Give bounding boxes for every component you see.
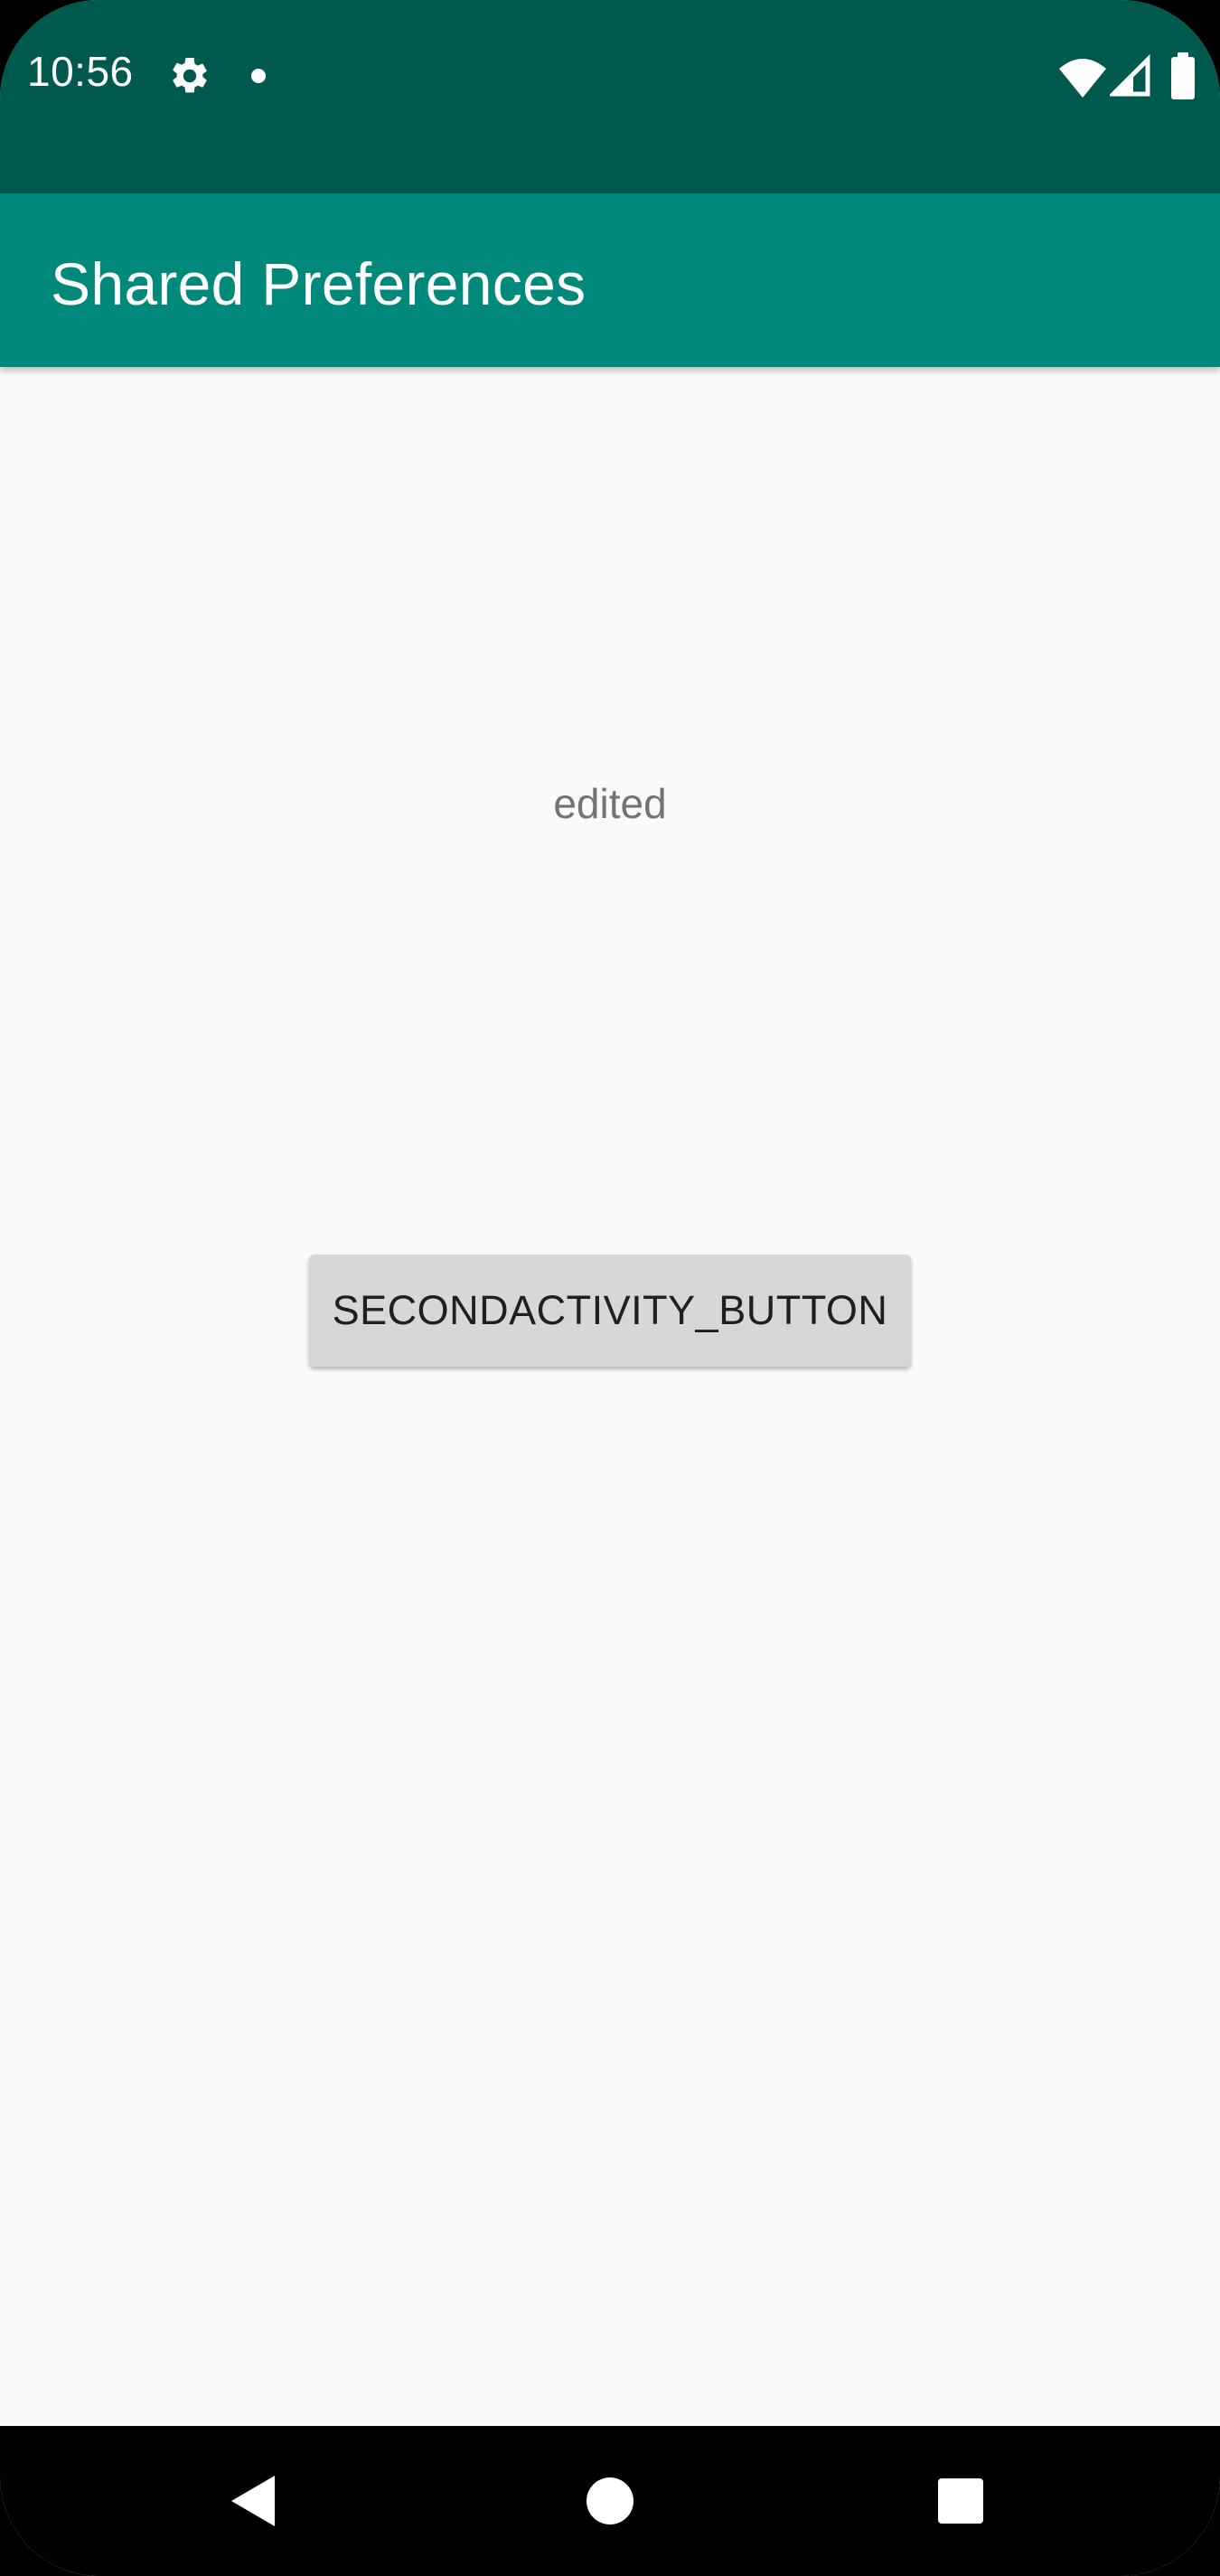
- app-title: Shared Preferences: [51, 250, 587, 317]
- back-icon: [231, 2476, 275, 2526]
- phone-screen: 10:56 Shared Preferences edited SECONDAC…: [0, 0, 1220, 2576]
- nav-home-button[interactable]: [538, 2426, 682, 2576]
- main-content: edited SECONDACTIVITY_BUTTON: [0, 367, 1220, 2426]
- gear-icon: [173, 57, 207, 93]
- app-bar: Shared Preferences: [0, 193, 1220, 367]
- status-time: 10:56: [27, 48, 134, 95]
- notification-dot-icon: [251, 69, 266, 83]
- cell-signal-icon: [1110, 54, 1150, 97]
- second-activity-button[interactable]: SECONDACTIVITY_BUTTON: [309, 1255, 911, 1367]
- nav-back-button[interactable]: [181, 2426, 325, 2576]
- status-bar: 10:56: [0, 0, 1220, 193]
- wifi-icon: [1059, 59, 1106, 98]
- nav-recents-button[interactable]: [888, 2426, 1033, 2576]
- navigation-bar: [0, 2426, 1220, 2576]
- preference-value-text: edited: [553, 780, 667, 827]
- recents-icon: [938, 2478, 983, 2524]
- battery-icon: [1171, 52, 1195, 99]
- home-icon: [587, 2477, 633, 2524]
